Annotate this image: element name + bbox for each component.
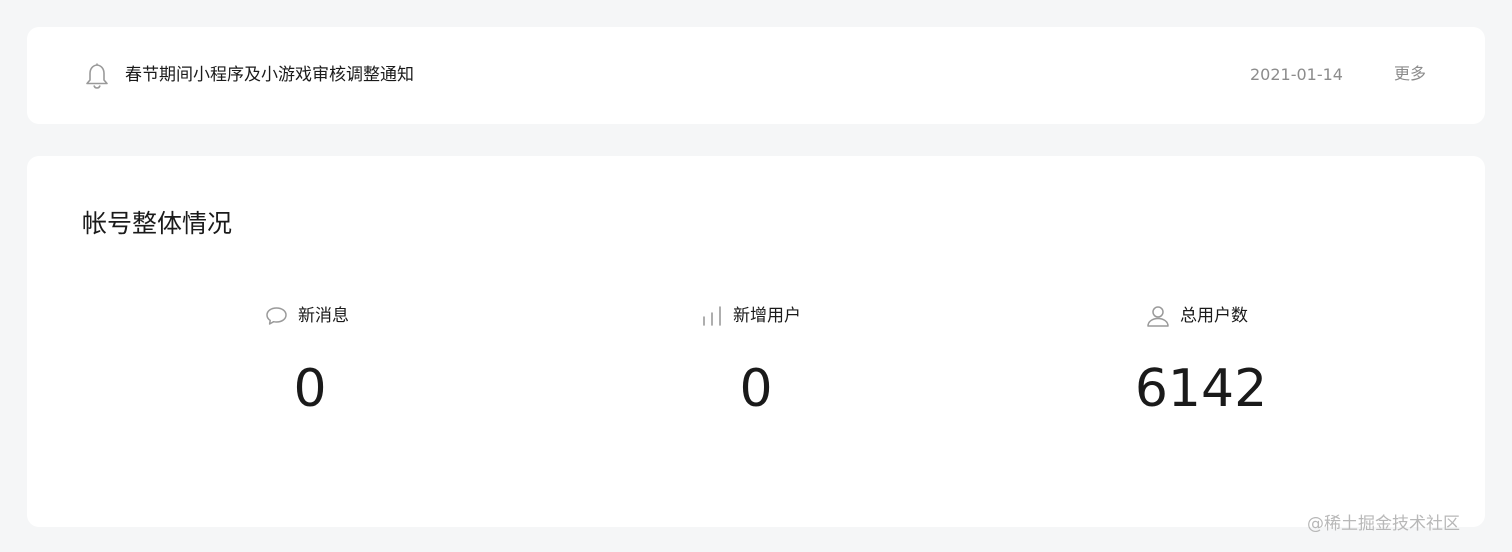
stat-value-new-users: 0	[739, 359, 773, 419]
stat-new-messages-label-row: 新消息	[265, 302, 349, 330]
account-overview-card	[27, 156, 1485, 527]
stat-total-users-label-row: 总用户数	[1146, 302, 1248, 330]
user-icon	[1147, 306, 1169, 327]
stat-value-total-users: 6142	[1134, 359, 1268, 419]
stat-label-total-users: 总用户数	[1180, 306, 1248, 326]
section-title: 帐号整体情况	[82, 209, 233, 238]
stat-label-new-users: 新增用户	[733, 306, 801, 326]
stat-new-users-label-row: 新增用户	[701, 302, 801, 330]
more-link[interactable]: 更多	[1394, 62, 1426, 86]
chat-bubble-icon	[266, 307, 287, 325]
bell-icon	[86, 63, 108, 89]
stat-label-new-messages: 新消息	[298, 306, 349, 326]
bar-chart-icon	[703, 306, 721, 326]
notice-title-link[interactable]: 春节期间小程序及小游戏审核调整通知	[125, 62, 414, 88]
stat-value-new-messages: 0	[293, 359, 327, 419]
notice-date: 2021-01-14	[1250, 65, 1343, 84]
watermark-text: @稀土掘金技术社区	[1307, 514, 1460, 534]
